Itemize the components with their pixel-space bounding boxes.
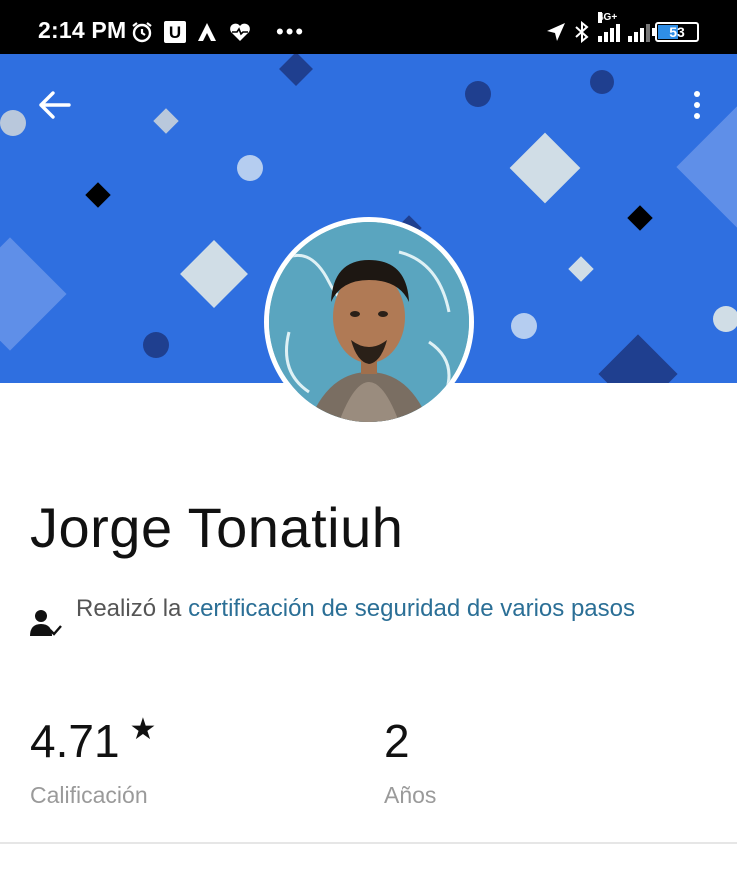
decor-circle [713, 306, 737, 332]
decor-diamond [153, 108, 179, 134]
decor-diamond [568, 256, 594, 282]
rating-label: Calificación [30, 782, 148, 808]
signal-4g-icon: 4G+ [598, 12, 620, 42]
arch-icon [196, 21, 218, 43]
person-check-icon [30, 608, 62, 638]
decor-circle [0, 110, 26, 136]
decor-circle [465, 81, 491, 107]
decor-circle [143, 332, 169, 358]
decor-diamond [180, 240, 248, 308]
more-vertical-icon-dot [694, 102, 700, 108]
battery-icon: 53 [652, 22, 699, 42]
status-time: 2:14 PM [38, 17, 127, 43]
years-value-row: 2 [384, 714, 436, 768]
rating-value-row: 4.71 ★ [30, 713, 157, 768]
decor-diamond [85, 182, 111, 208]
verification-prefix: Realizó la [76, 595, 189, 622]
bluetooth-icon [574, 21, 590, 43]
more-vertical-icon-dot [694, 113, 700, 119]
section-divider [0, 842, 737, 844]
decor-diamond [627, 205, 653, 231]
years-label: Años [384, 782, 437, 808]
signal-icon [628, 22, 650, 42]
years-value: 2 [384, 715, 410, 767]
more-options-button[interactable] [685, 85, 709, 125]
notification-icons: U ••• [130, 17, 305, 47]
arrow-left-icon [37, 90, 71, 120]
location-arrow-icon [546, 22, 566, 42]
decor-diamond [0, 237, 67, 351]
back-button[interactable] [34, 85, 74, 125]
network-type-label: 4G+ [598, 12, 618, 23]
decor-circle [511, 313, 537, 339]
decor-diamond [279, 54, 313, 86]
decor-diamond [509, 132, 581, 204]
u-app-icon: U [164, 21, 186, 43]
decor-circle [590, 70, 614, 94]
avatar-photo [269, 222, 469, 422]
rating-stat: 4.71 ★ Calificación [30, 713, 157, 809]
star-icon: ★ [129, 713, 157, 746]
rating-value: 4.71 [30, 715, 120, 767]
verification-text: Realizó la certificación de seguridad de… [76, 590, 676, 628]
alarm-icon [130, 20, 154, 44]
more-vertical-icon-dot [694, 91, 700, 97]
system-icons: 4G+ 53 [546, 12, 699, 48]
heart-pulse-icon [228, 21, 252, 43]
decor-diamond [598, 334, 678, 383]
profile-avatar [264, 217, 474, 427]
years-stat: 2 Años [384, 714, 436, 809]
avatar-illustration [269, 222, 469, 422]
verification-link[interactable]: certificación de seguridad de varios pas… [188, 595, 635, 622]
decor-circle [237, 155, 263, 181]
battery-level: 53 [669, 24, 685, 40]
more-notifications-icon: ••• [276, 19, 306, 44]
status-bar: 2:14 PM U ••• 4G+ 53 [0, 0, 737, 54]
profile-name: Jorge Tonatiuh [30, 496, 404, 559]
